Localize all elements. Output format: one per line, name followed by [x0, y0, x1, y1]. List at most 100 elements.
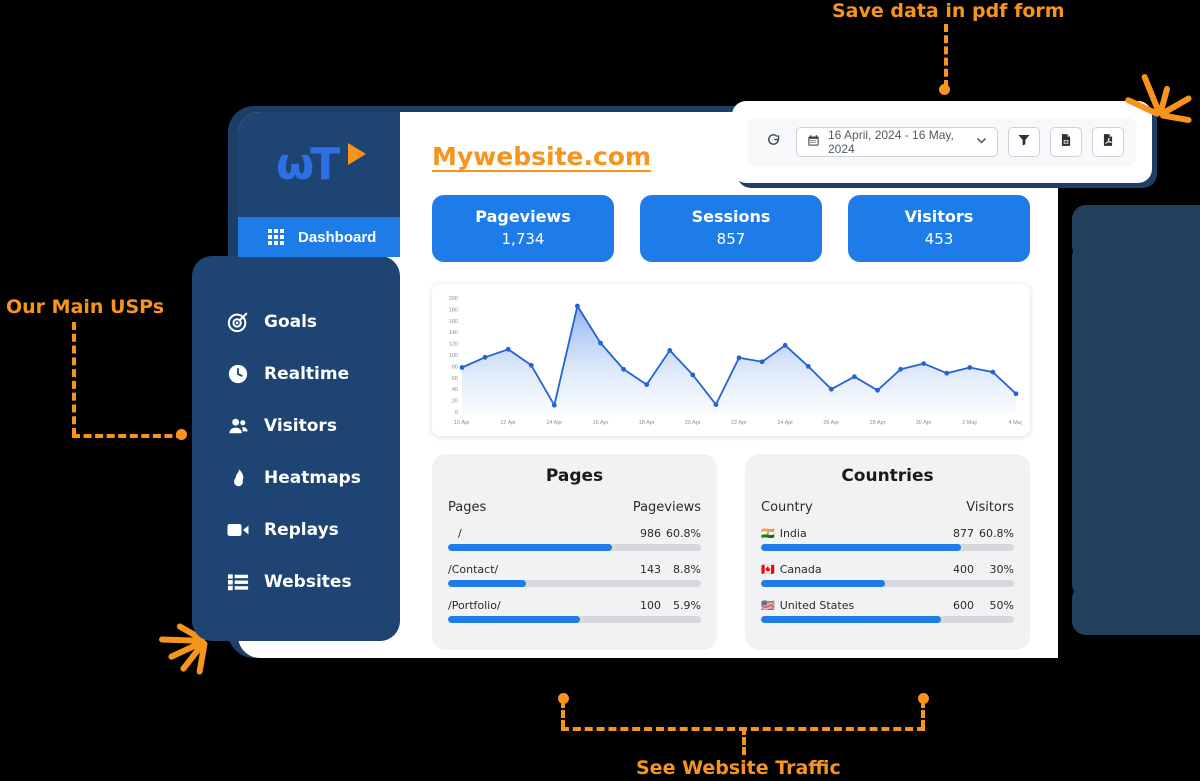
progress-fill: [448, 580, 527, 587]
progress-bar: [761, 544, 1014, 551]
row-percent: 8.8%: [673, 563, 701, 576]
table-row[interactable]: / 986 60.8%: [448, 527, 701, 551]
column-header-name: Pages: [448, 500, 487, 515]
annotation-connector-bottom-v: [742, 727, 746, 755]
progress-fill: [448, 544, 613, 551]
export-excel-button[interactable]: [1050, 127, 1082, 157]
progress-bar: [448, 616, 701, 623]
progress-bar: [448, 580, 701, 587]
svg-text:12 Apr: 12 Apr: [500, 420, 516, 426]
stat-card-visitors[interactable]: Visitors 453: [848, 195, 1030, 262]
decorative-panel-bottom: [1072, 585, 1200, 635]
svg-text:120: 120: [449, 342, 458, 348]
row-value: 400: [953, 563, 974, 576]
stat-value: 453: [924, 230, 954, 248]
panel-header: Country Visitors: [761, 500, 1014, 515]
svg-text:40: 40: [452, 387, 458, 393]
svg-text:14 Apr: 14 Apr: [546, 420, 562, 426]
sidebar-item-visitors[interactable]: Visitors: [192, 400, 400, 452]
table-row[interactable]: /Contact/ 143 8.8%: [448, 563, 701, 587]
sidebar-item-realtime[interactable]: Realtime: [192, 348, 400, 400]
sidebar-item-goals[interactable]: Goals: [192, 296, 400, 348]
logo-wordmark: ωT: [276, 138, 340, 190]
table-row[interactable]: 🇺🇸 United States 600 50%: [761, 599, 1014, 623]
row-label: United States: [779, 599, 855, 612]
svg-text:30 Apr: 30 Apr: [916, 420, 932, 426]
sidebar-item-heatmaps[interactable]: Heatmaps: [192, 452, 400, 504]
column-header-value: Visitors: [966, 500, 1014, 515]
filter-icon: [1017, 133, 1031, 152]
stat-card-sessions[interactable]: Sessions 857: [640, 195, 822, 262]
row-percent: 60.8%: [979, 527, 1014, 540]
svg-text:80: 80: [452, 364, 458, 370]
annotation-label-top: Save data in pdf form: [832, 0, 1065, 22]
row-value: 143: [640, 563, 661, 576]
stat-value: 857: [716, 230, 746, 248]
svg-text:100: 100: [449, 353, 458, 359]
annotation-connector-left-vertical: [72, 322, 76, 436]
list-icon: [226, 570, 250, 594]
table-row[interactable]: 🇮🇳 India 877 60.8%: [761, 527, 1014, 551]
svg-text:20: 20: [452, 399, 458, 405]
svg-text:180: 180: [449, 307, 458, 313]
users-icon: [226, 414, 250, 438]
refresh-button[interactable]: [760, 127, 786, 157]
target-icon: [226, 310, 250, 334]
sidebar-item-label: Goals: [264, 312, 318, 332]
sidebar-item-label: Websites: [264, 572, 352, 592]
svg-text:0: 0: [455, 410, 458, 416]
row-percent: 50%: [989, 599, 1014, 612]
progress-bar: [761, 580, 1014, 587]
annotation-connector-bl-v: [561, 700, 565, 728]
sidebar-item-label: Dashboard: [298, 228, 377, 246]
export-pdf-icon: [1101, 133, 1115, 152]
row-percent: 60.8%: [666, 527, 701, 540]
dashboard-content: Mywebsite.com Pageviews 1,734 Sessions 8…: [400, 112, 1058, 658]
annotation-dot-left: [176, 429, 187, 440]
table-row[interactable]: 🇨🇦 Canada 400 30%: [761, 563, 1014, 587]
date-range-picker[interactable]: 16 April, 2024 - 16 May, 2024: [796, 127, 998, 157]
filter-button[interactable]: [1008, 127, 1040, 157]
export-pdf-button[interactable]: [1092, 127, 1124, 157]
svg-text:140: 140: [449, 330, 458, 336]
row-label: Canada: [779, 563, 822, 576]
decorative-panel-middle: [1072, 243, 1200, 598]
toolbar-inner: 16 April, 2024 - 16 May, 2024: [748, 118, 1136, 166]
refresh-icon: [766, 132, 781, 152]
sidebar-item-websites[interactable]: Websites: [192, 556, 400, 608]
column-header-value: Pageviews: [632, 500, 701, 515]
sidebar-item-dashboard[interactable]: Dashboard: [238, 217, 400, 257]
sidebar-item-replays[interactable]: Replays: [192, 504, 400, 556]
chevron-down-icon[interactable]: [976, 135, 987, 149]
logo-mark: ωT: [276, 138, 366, 190]
play-triangle-icon: [348, 142, 366, 165]
progress-fill: [761, 544, 961, 551]
svg-text:20 Apr: 20 Apr: [685, 420, 701, 426]
svg-text:24 Apr: 24 Apr: [777, 420, 793, 426]
progress-fill: [448, 616, 580, 623]
svg-text:2 May: 2 May: [962, 420, 977, 426]
app-logo[interactable]: ωT: [238, 112, 400, 217]
sidebar-item-label: Replays: [264, 520, 339, 540]
progress-fill: [761, 616, 941, 623]
flame-icon: [226, 466, 250, 490]
flag-icon: 🇨🇦: [761, 564, 775, 576]
grid-icon: [264, 225, 288, 249]
svg-text:22 Apr: 22 Apr: [731, 420, 747, 426]
svg-text:160: 160: [449, 319, 458, 325]
annotation-connector-top: [944, 24, 948, 88]
progress-fill: [761, 580, 885, 587]
flag-icon: 🇺🇸: [761, 600, 775, 612]
row-value: 986: [640, 527, 661, 540]
traffic-chart[interactable]: 0 20 40 60 80 100 120 140 160 180 200 10 Apr 12 Apr…: [432, 284, 1030, 436]
row-label: /Contact/: [448, 563, 499, 576]
row-label: /Portfolio/: [448, 599, 501, 612]
annotation-connector-left-horizontal: [72, 434, 184, 438]
row-label: India: [779, 527, 807, 540]
stat-card-pageviews[interactable]: Pageviews 1,734: [432, 195, 614, 262]
row-value: 100: [640, 599, 661, 612]
bottom-panels: Pages Pages Pageviews / 986 60.8% /Conta…: [432, 454, 1030, 650]
annotation-label-bottom: See Website Traffic: [636, 757, 841, 779]
export-excel-icon: [1059, 133, 1073, 152]
table-row[interactable]: /Portfolio/ 100 5.9%: [448, 599, 701, 623]
